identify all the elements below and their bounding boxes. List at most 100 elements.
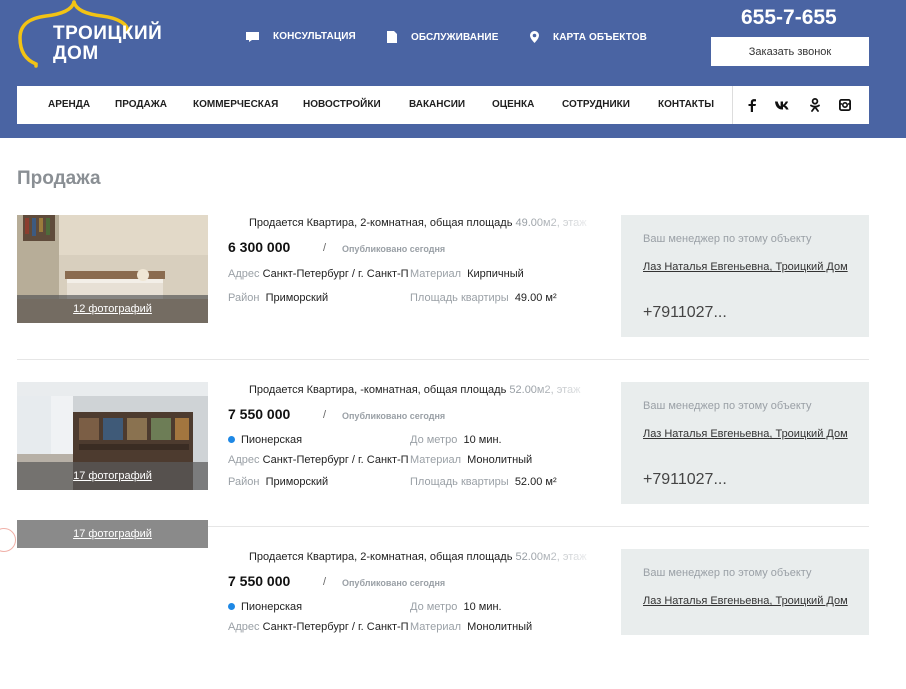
listing-title[interactable]: Продается Квартира, 2-комнатная, общая п… bbox=[249, 217, 601, 233]
listing-title-main: Продается Квартира, -комнатная, общая пл… bbox=[249, 384, 507, 396]
listing-divider bbox=[17, 359, 869, 360]
listing-photo[interactable]: 17 фотографий bbox=[17, 382, 208, 490]
manager-name-link[interactable]: Лаз Наталья Евгеньевна, Троицкий Дом bbox=[643, 257, 853, 278]
material-value: Монолитный bbox=[467, 454, 533, 466]
photo-count-link[interactable]: 17 фотографий bbox=[17, 520, 208, 548]
address-key: Адрес bbox=[228, 454, 260, 466]
topnav-label: КАРТА ОБЪЕКТОВ bbox=[553, 31, 647, 43]
topnav-label: ОБСЛУЖИВАНИЕ bbox=[411, 31, 499, 43]
area-row: Площадь квартиры 52.00 м² bbox=[410, 476, 557, 488]
nav-item-contacts[interactable]: КОНТАКТЫ bbox=[658, 86, 714, 124]
manager-name-link[interactable]: Лаз Наталья Евгеньевна, Троицкий Дом bbox=[643, 424, 853, 445]
material-row: Материал Монолитный bbox=[410, 621, 532, 633]
listing-title-main: Продается Квартира, 2-комнатная, общая п… bbox=[249, 551, 513, 563]
listing-card: 12 фотографий Продается Квартира, 2-комн… bbox=[0, 215, 906, 355]
manager-phone[interactable]: +7911027... bbox=[643, 471, 727, 489]
manager-card: Ваш менеджер по этому объекту Лаз Наталь… bbox=[621, 382, 869, 504]
metro-line-icon bbox=[228, 602, 235, 610]
site-header: ТРОИЦКИЙ ДОМ КОНСУЛЬТАЦИЯ ОБСЛУЖИВАНИЕ К… bbox=[0, 0, 906, 138]
nav-item-valuation[interactable]: ОЦЕНКА bbox=[492, 86, 534, 124]
address-row: Адрес Санкт-Петербург / г. Санкт-Петербу… bbox=[228, 454, 408, 466]
metro-station: Пионерская bbox=[241, 601, 303, 613]
page-title: Продажа bbox=[17, 168, 101, 189]
nav-item-sale[interactable]: ПРОДАЖА bbox=[115, 86, 167, 124]
logo-text-line2: ДОМ bbox=[53, 43, 99, 64]
topnav-service[interactable]: ОБСЛУЖИВАНИЕ bbox=[387, 31, 499, 43]
district-row: Район Приморский bbox=[228, 292, 328, 304]
address-key: Адрес bbox=[228, 621, 260, 633]
manager-phone[interactable]: +7911027... bbox=[643, 304, 727, 322]
listing-title-tail: 49.00м2, этаж bbox=[512, 217, 587, 229]
facebook-icon[interactable] bbox=[748, 86, 756, 124]
photo-count-link[interactable]: 17 фотографий bbox=[17, 462, 208, 490]
listing-card: Продается Квартира, 2-комнатная, общая п… bbox=[0, 549, 906, 689]
address-value: Санкт-Петербург / г. Санкт-Петербург bbox=[262, 454, 408, 466]
listing-title[interactable]: Продается Квартира, 2-комнатная, общая п… bbox=[249, 551, 601, 567]
material-value: Кирпичный bbox=[467, 268, 524, 280]
nav-separator bbox=[732, 86, 733, 124]
metro-time-row: До метро 10 мин. bbox=[410, 601, 502, 613]
material-key: Материал bbox=[410, 454, 461, 466]
instagram-icon[interactable] bbox=[839, 86, 851, 124]
listing-price: 7 550 000 bbox=[228, 573, 291, 589]
address-row: Адрес Санкт-Петербург / г. Санкт-Петербу… bbox=[228, 268, 408, 280]
metro-row: Пионерская bbox=[228, 434, 302, 446]
area-key: Площадь квартиры bbox=[410, 292, 509, 304]
topnav-map[interactable]: КАРТА ОБЪЕКТОВ bbox=[530, 31, 647, 43]
price-separator: / bbox=[323, 576, 327, 588]
listing-photo[interactable]: 12 фотографий bbox=[17, 215, 208, 323]
metro-time-key: До метро bbox=[410, 601, 458, 613]
address-value: Санкт-Петербург / г. Санкт-Петербург bbox=[262, 621, 408, 633]
metro-time-value: 10 мин. bbox=[463, 601, 502, 613]
listing-title[interactable]: Продается Квартира, -комнатная, общая пл… bbox=[249, 384, 601, 400]
metro-line-icon bbox=[228, 435, 235, 443]
listing-title-main: Продается Квартира, 2-комнатная, общая п… bbox=[249, 217, 513, 229]
manager-label: Ваш менеджер по этому объекту bbox=[643, 233, 812, 245]
listing-title-tail: 52.00м2, этаж bbox=[512, 551, 587, 563]
listing-price: 6 300 000 bbox=[228, 239, 291, 255]
nav-item-staff[interactable]: СОТРУДНИКИ bbox=[562, 86, 630, 124]
listing-price: 7 550 000 bbox=[228, 406, 291, 422]
address-key: Адрес bbox=[228, 268, 260, 280]
manager-label: Ваш менеджер по этому объекту bbox=[643, 567, 812, 579]
nav-item-vacancies[interactable]: ВАКАНСИИ bbox=[409, 86, 465, 124]
area-value: 52.00 м² bbox=[514, 476, 557, 488]
metro-station: Пионерская bbox=[241, 434, 303, 446]
nav-item-new-buildings[interactable]: НОВОСТРОЙКИ bbox=[303, 86, 381, 124]
topnav-label: КОНСУЛЬТАЦИЯ bbox=[273, 31, 356, 42]
chat-icon bbox=[246, 31, 259, 42]
nav-item-rent[interactable]: АРЕНДА bbox=[48, 86, 90, 124]
photo-count-link[interactable]: 12 фотографий bbox=[17, 295, 208, 323]
metro-time-key: До метро bbox=[410, 434, 458, 446]
district-value: Приморский bbox=[265, 476, 329, 488]
material-key: Материал bbox=[410, 621, 461, 633]
listing-title-tail: 52.00м2, этаж bbox=[506, 384, 581, 396]
manager-label: Ваш менеджер по этому объекту bbox=[643, 400, 812, 412]
map-pin-icon bbox=[530, 31, 539, 43]
district-key: Район bbox=[228, 476, 260, 488]
odnoklassniki-icon[interactable] bbox=[810, 86, 820, 124]
price-separator: / bbox=[323, 409, 327, 421]
manager-name-link[interactable]: Лаз Наталья Евгеньевна, Троицкий Дом bbox=[643, 591, 853, 612]
document-icon bbox=[387, 31, 397, 43]
vk-icon[interactable] bbox=[775, 86, 790, 124]
topnav-consultation[interactable]: КОНСУЛЬТАЦИЯ bbox=[246, 31, 356, 42]
district-key: Район bbox=[228, 292, 260, 304]
header-phone[interactable]: 655-7-655 bbox=[741, 6, 837, 30]
material-value: Монолитный bbox=[467, 621, 533, 633]
published-date: Опубликовано сегодня bbox=[342, 411, 446, 421]
manager-card: Ваш менеджер по этому объекту Лаз Наталь… bbox=[621, 215, 869, 337]
published-date: Опубликовано сегодня bbox=[342, 244, 446, 254]
logo[interactable]: ТРОИЦКИЙ ДОМ bbox=[14, 0, 164, 70]
listing-card: 17 фотографий Продается Квартира, -комна… bbox=[0, 382, 906, 522]
district-row: Район Приморский bbox=[228, 476, 328, 488]
address-row: Адрес Санкт-Петербург / г. Санкт-Петербу… bbox=[228, 621, 408, 633]
district-value: Приморский bbox=[265, 292, 329, 304]
metro-row: Пионерская bbox=[228, 601, 302, 613]
material-key: Материал bbox=[410, 268, 461, 280]
address-value: Санкт-Петербург / г. Санкт-Петербург bbox=[262, 268, 408, 280]
main-nav: АРЕНДА ПРОДАЖА КОММЕРЧЕСКАЯ НОВОСТРОЙКИ … bbox=[17, 86, 869, 124]
logo-text-line1: ТРОИЦКИЙ bbox=[53, 23, 163, 44]
nav-item-commercial[interactable]: КОММЕРЧЕСКАЯ bbox=[193, 86, 278, 124]
call-request-button[interactable]: Заказать звонок bbox=[711, 37, 869, 66]
